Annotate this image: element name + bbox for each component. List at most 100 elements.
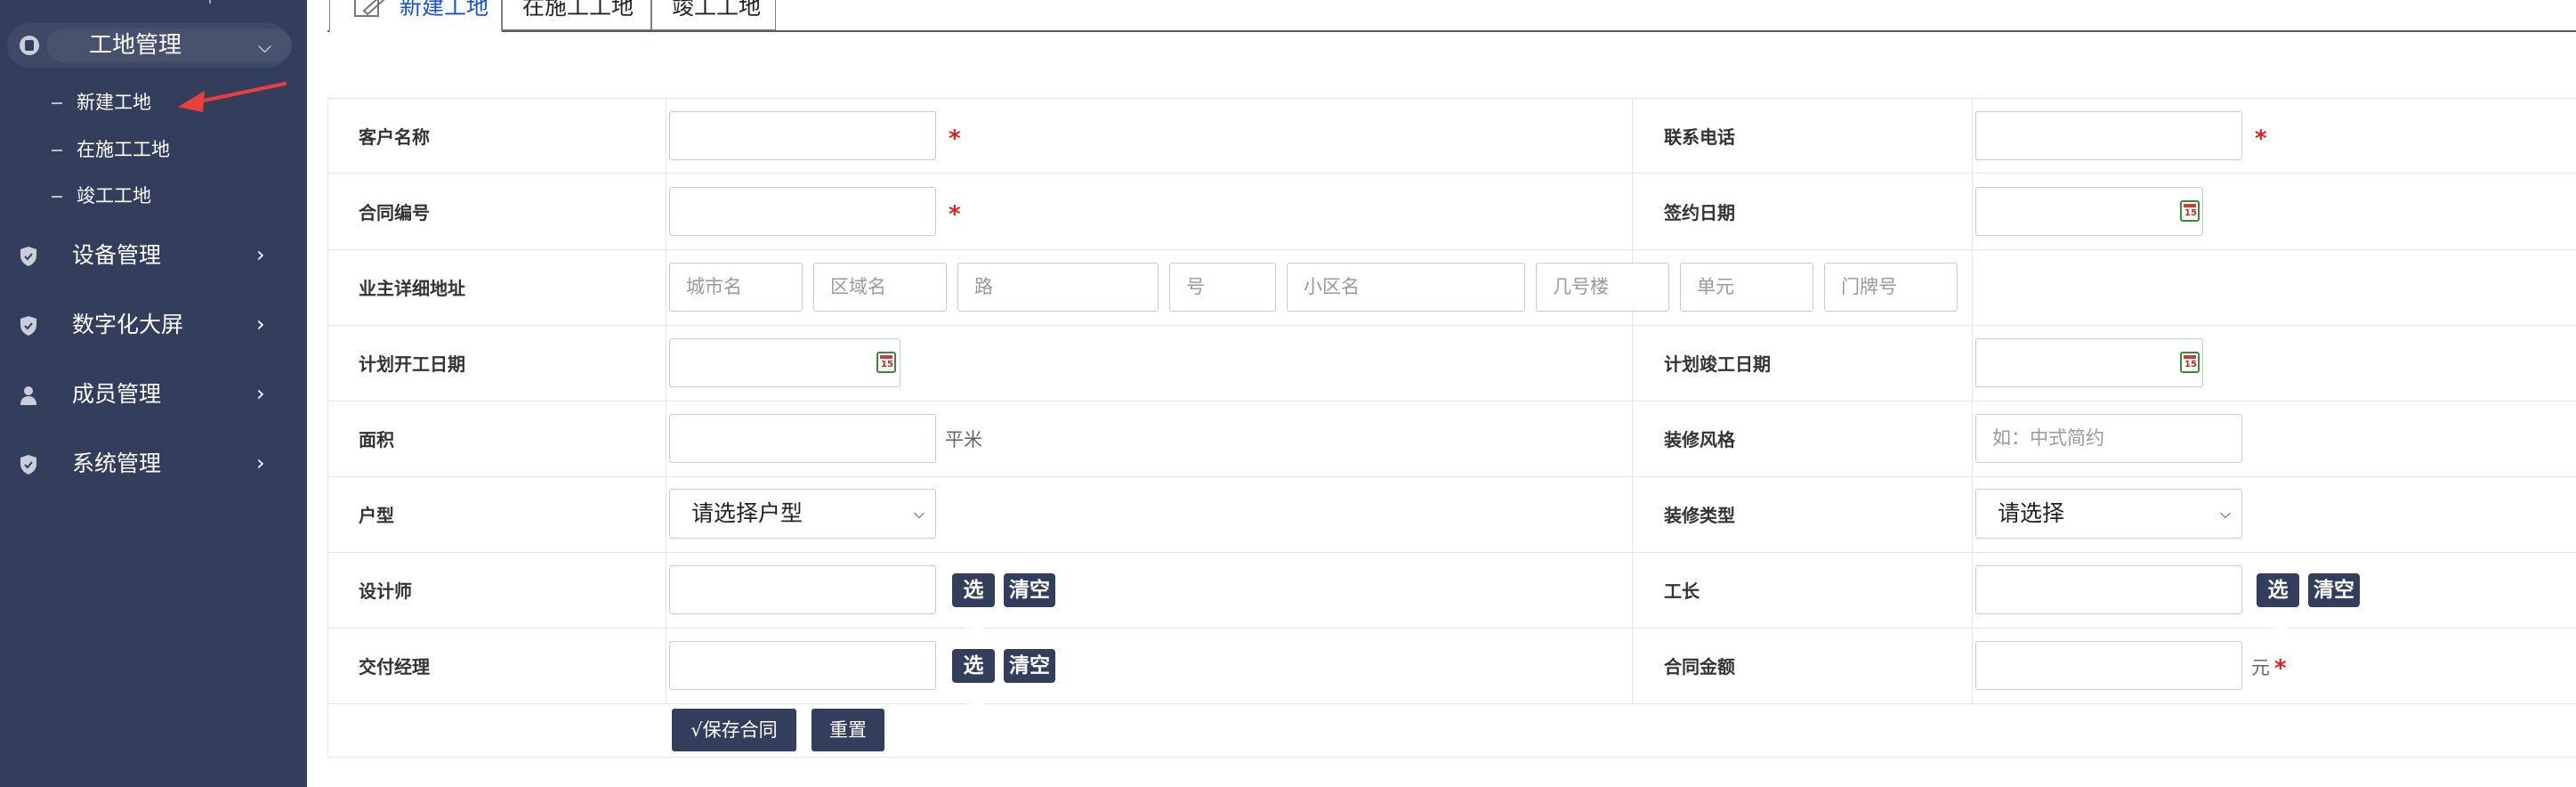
select-value: 请选择: [1998, 500, 2065, 526]
tab-label: 新建工地: [400, 0, 489, 20]
address-door-input[interactable]: 门牌号: [1824, 263, 1958, 312]
edit-document-icon: [354, 0, 385, 17]
label-area: 面积: [359, 429, 394, 450]
sidebar-top-fragment: [209, 0, 218, 4]
chevron-right-icon: ›: [256, 312, 265, 337]
sidebar-group-label: 工地管理: [89, 32, 182, 59]
area-input[interactable]: [669, 414, 936, 463]
area-unit: 平米: [945, 429, 982, 450]
sidebar-subitem-label: 在施工工地: [77, 139, 170, 160]
address-number-input[interactable]: 号: [1169, 263, 1276, 312]
required-mark: *: [2255, 126, 2267, 152]
chevron-down-icon: ⌵: [2219, 505, 2231, 522]
label-plan-end: 计划竣工日期: [1664, 353, 1771, 375]
foreman-select-button[interactable]: 选择: [2257, 573, 2299, 636]
style-input[interactable]: 如：中式简约: [1975, 414, 2242, 463]
sidebar-subitem-active-sites[interactable]: 在施工工地: [52, 139, 170, 160]
label-contract-amount: 合同金额: [1664, 656, 1735, 677]
form-row-actions: [327, 704, 2576, 758]
sidebar-item-label: 设备管理: [72, 242, 162, 268]
delivery-manager-input[interactable]: [669, 641, 936, 690]
calendar-icon[interactable]: [2180, 200, 2200, 222]
sidebar-item-member-management[interactable]: 成员管理 ›: [0, 370, 307, 418]
group-icon: [20, 36, 39, 55]
amount-unit: 元: [2251, 657, 2270, 678]
label-sign-date: 签约日期: [1664, 202, 1735, 223]
address-city-input[interactable]: 城市名: [669, 263, 803, 312]
address-road-input[interactable]: 路: [957, 263, 1159, 312]
sidebar-group-site-management[interactable]: 工地管理 ⌵: [7, 23, 292, 68]
designer-input[interactable]: [669, 565, 936, 614]
sidebar-item-label: 系统管理: [72, 450, 162, 476]
annotation-arrow-icon: [178, 82, 287, 112]
dash-icon: [52, 102, 62, 104]
designer-clear-button[interactable]: 清空: [1004, 573, 1055, 607]
foreman-clear-button[interactable]: 清空: [2308, 573, 2360, 607]
tab-new-site[interactable]: 新建工地: [329, 0, 502, 32]
tab-label: 竣工工地: [672, 0, 762, 20]
sidebar-item-label: 成员管理: [72, 381, 162, 407]
plan-start-date-input[interactable]: [669, 338, 900, 387]
label-delivery-manager: 交付经理: [359, 656, 430, 677]
select-value: 请选择户型: [691, 500, 803, 526]
column-divider: [1632, 98, 1633, 704]
address-unit-input[interactable]: 单元: [1680, 263, 1813, 312]
column-divider: [1972, 98, 1973, 704]
label-style: 装修风格: [1664, 429, 1735, 450]
contract-amount-input[interactable]: [1975, 641, 2242, 690]
label-address: 业主详细地址: [359, 278, 465, 299]
chevron-down-icon: ⌵: [913, 505, 925, 522]
sidebar-item-digital-screen[interactable]: 数字化大屏 ›: [0, 301, 307, 349]
tab-bar: 新建工地 在施工工地 竣工工地: [327, 0, 2576, 32]
house-type-select[interactable]: 请选择户型 ⌵: [669, 489, 936, 539]
decor-type-select[interactable]: 请选择 ⌵: [1975, 489, 2242, 539]
delivery-manager-clear-button[interactable]: 清空: [1004, 649, 1055, 683]
label-customer-name: 客户名称: [359, 126, 430, 148]
required-mark: *: [949, 201, 961, 228]
label-designer: 设计师: [359, 580, 412, 602]
dash-icon: [52, 196, 62, 198]
tab-finished-sites[interactable]: 竣工工地: [651, 0, 776, 30]
address-building-input[interactable]: 几号楼: [1536, 263, 1669, 312]
plan-end-date-input[interactable]: [1975, 338, 2203, 387]
sidebar-item-device-management[interactable]: 设备管理 ›: [0, 231, 307, 280]
column-divider: [327, 98, 328, 758]
tab-label: 在施工工地: [522, 0, 634, 20]
address-community-input[interactable]: 小区名: [1287, 263, 1525, 312]
sign-date-input[interactable]: [1975, 187, 2203, 236]
user-icon: [20, 386, 36, 405]
designer-select-button[interactable]: 选择: [952, 573, 995, 636]
sidebar-item-label: 数字化大屏: [72, 312, 184, 337]
address-district-input[interactable]: 区域名: [813, 263, 947, 312]
label-foreman: 工长: [1664, 580, 1700, 602]
shield-icon: [20, 316, 36, 336]
sidebar-subitem-label: 竣工工地: [77, 185, 151, 207]
foreman-input[interactable]: [1975, 565, 2242, 614]
save-contract-button[interactable]: √保存合同: [672, 709, 796, 751]
customer-name-input[interactable]: [669, 111, 936, 160]
shield-icon: [20, 247, 36, 266]
label-phone: 联系电话: [1664, 126, 1735, 148]
calendar-icon[interactable]: [876, 352, 896, 373]
label-house-type: 户型: [359, 505, 394, 526]
phone-input[interactable]: [1975, 111, 2242, 160]
label-decor-type: 装修类型: [1664, 505, 1735, 526]
reset-button[interactable]: 重置: [812, 709, 884, 751]
label-plan-start: 计划开工日期: [359, 353, 465, 375]
sidebar-subitem-new-site[interactable]: 新建工地: [52, 92, 151, 113]
sidebar-subitem-finished-sites[interactable]: 竣工工地: [52, 185, 151, 207]
sidebar-subitem-label: 新建工地: [77, 92, 151, 113]
shield-icon: [20, 455, 36, 475]
calendar-icon[interactable]: [2180, 352, 2200, 373]
chevron-down-icon: ⌵: [258, 36, 272, 57]
label-contract-no: 合同编号: [359, 202, 430, 223]
chevron-right-icon: ›: [256, 381, 265, 406]
tab-active-sites[interactable]: 在施工工地: [502, 0, 651, 30]
sidebar-item-system-management[interactable]: 系统管理 ›: [0, 440, 307, 488]
delivery-manager-select-button[interactable]: 选择: [952, 649, 995, 711]
required-mark: *: [2274, 655, 2287, 682]
sidebar: 工地管理 ⌵ 新建工地 在施工工地 竣工工地 设备管理 › 数字化大屏 › 成员…: [0, 0, 307, 787]
dash-icon: [52, 150, 62, 151]
chevron-right-icon: ›: [256, 242, 265, 267]
contract-no-input[interactable]: [669, 187, 936, 236]
